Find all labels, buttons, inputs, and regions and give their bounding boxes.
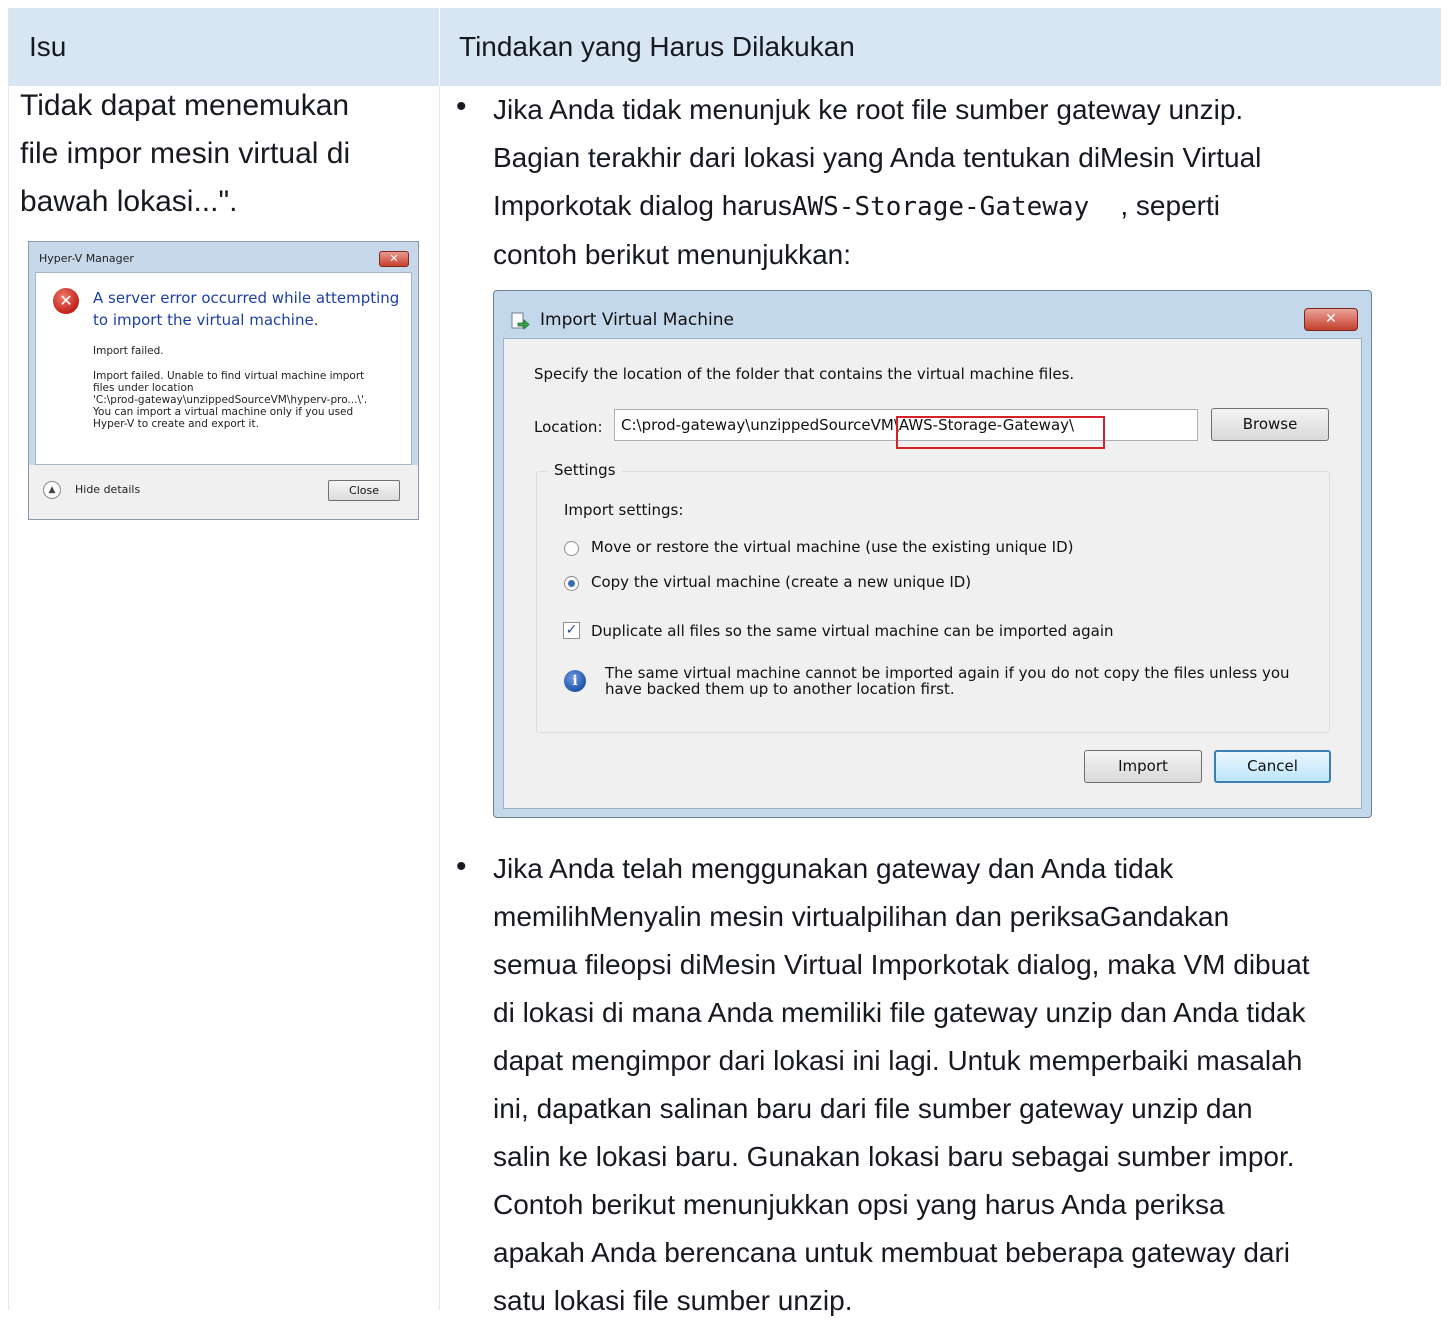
hyperv-error-dialog: Hyper-V Manager ✕ ✕ A server error occur… <box>28 241 419 520</box>
text-line: dapat mengimpor dari lokasi ini lagi. Un… <box>493 1045 1303 1076</box>
location-label: Location: <box>534 418 603 436</box>
dialog-body: ✕ A server error occurred while attempti… <box>35 272 412 465</box>
text-line: ini, dapatkan salinan baru dari file sum… <box>493 1093 1253 1124</box>
dialog-footer: ▲ Hide details Close <box>29 465 418 519</box>
bullet-icon: • <box>456 90 467 123</box>
move-restore-label[interactable]: Move or restore the virtual machine (use… <box>591 538 1073 556</box>
text-line: Imporkotak dialog harusAWS-Storage-Gatew… <box>493 190 1220 222</box>
dialog-body: Specify the location of the folder that … <box>503 338 1362 809</box>
bullet-1-text: Jika Anda tidak menunjuk ke root file su… <box>493 86 1261 279</box>
chevron-up-icon[interactable]: ▲ <box>43 481 61 499</box>
copy-vm-radio[interactable] <box>564 576 579 591</box>
text-line: Bagian terakhir dari lokasi yang Anda te… <box>493 142 1262 173</box>
error-icon: ✕ <box>53 288 79 314</box>
inline-code: AWS-Storage-Gateway <box>791 192 1090 222</box>
info-text: The same virtual machine cannot be impor… <box>605 664 1290 698</box>
info-icon: i <box>564 670 586 692</box>
error-message: A server error occurred while attempting… <box>93 289 400 329</box>
close-button[interactable]: Close <box>328 480 400 501</box>
header-action: Tindakan yang Harus Dilakukan <box>459 31 855 62</box>
text-line: salin ke lokasi baru. Gunakan lokasi bar… <box>493 1141 1295 1172</box>
error-details: Import failed. Unable to find virtual ma… <box>93 370 368 430</box>
duplicate-files-checkbox[interactable]: ✓ <box>563 622 580 639</box>
issue-line: Tidak dapat menemukan <box>20 89 350 122</box>
text-line: di lokasi di mana Anda memiliki file gat… <box>493 997 1306 1028</box>
hide-details-link[interactable]: Hide details <box>75 483 140 496</box>
highlight-box <box>896 416 1105 449</box>
instruction-text: Specify the location of the folder that … <box>534 365 1075 383</box>
text-line: Contoh berikut menunjukkan opsi yang har… <box>493 1189 1225 1220</box>
import-vm-icon <box>511 312 530 330</box>
issue-line: file impor mesin virtual di <box>20 137 351 170</box>
dialog-title: Import Virtual Machine <box>540 310 734 330</box>
import-failed-text: Import failed. <box>93 345 164 357</box>
text-line: contoh berikut menunjukkan: <box>493 239 851 270</box>
bullet-2-text: Jika Anda telah menggunakan gateway dan … <box>493 845 1310 1325</box>
column-divider <box>439 86 440 1310</box>
text-line: Jika Anda telah menggunakan gateway dan … <box>493 853 1174 884</box>
move-restore-radio[interactable] <box>564 541 579 556</box>
header-issue: Isu <box>29 31 67 62</box>
text-line: apakah Anda berencana untuk membuat bebe… <box>493 1237 1291 1268</box>
import-vm-dialog: Import Virtual Machine ✕ Specify the loc… <box>493 290 1372 818</box>
browse-button[interactable]: Browse <box>1211 408 1329 441</box>
issue-text: Tidak dapat menemukan file impor mesin v… <box>20 82 420 226</box>
text-line: semua fileopsi diMesin Virtual Imporkota… <box>493 949 1310 980</box>
issue-line: bawah lokasi...". <box>20 185 238 218</box>
header-divider <box>439 8 440 86</box>
bullet-icon: • <box>456 850 467 883</box>
text-line: Jika Anda tidak menunjuk ke root file su… <box>493 94 1244 125</box>
text-line: memilihMenyalin mesin virtualpilihan dan… <box>493 901 1230 932</box>
settings-label: Settings <box>548 461 622 479</box>
import-button[interactable]: Import <box>1084 750 1202 783</box>
import-settings-label: Import settings: <box>564 501 684 519</box>
close-icon[interactable]: ✕ <box>379 251 409 267</box>
cancel-button[interactable]: Cancel <box>1214 750 1331 783</box>
table-header: Isu Tindakan yang Harus Dilakukan <box>9 8 1441 86</box>
duplicate-files-label[interactable]: Duplicate all files so the same virtual … <box>591 622 1114 640</box>
copy-vm-label[interactable]: Copy the virtual machine (create a new u… <box>591 573 971 591</box>
close-icon[interactable]: ✕ <box>1304 308 1358 331</box>
dialog-title: Hyper-V Manager <box>39 252 134 265</box>
